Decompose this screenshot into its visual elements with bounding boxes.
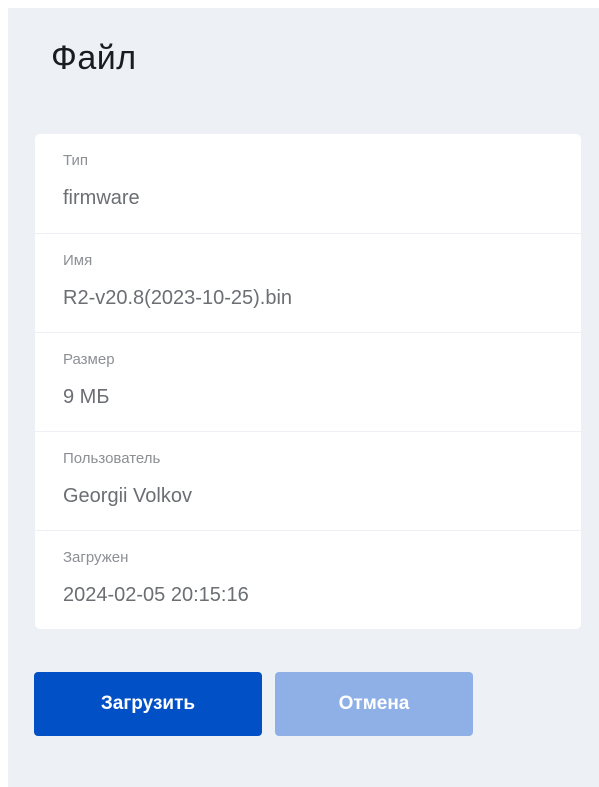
field-type: Тип firmware <box>35 134 581 233</box>
field-user-label: Пользователь <box>63 450 161 467</box>
field-name-value: R2-v20.8(2023-10-25).bin <box>63 287 293 309</box>
file-details: Тип firmware Имя R2-v20.8(2023-10-25).bi… <box>35 134 581 629</box>
field-name-label: Имя <box>63 252 93 269</box>
field-size-label: Размер <box>63 351 115 368</box>
dialog-title: Файл <box>51 39 137 77</box>
field-size-value: 9 МБ <box>63 386 110 408</box>
field-type-value: firmware <box>63 187 140 209</box>
field-user: Пользователь Georgii Volkov <box>35 431 581 530</box>
field-size: Размер 9 МБ <box>35 332 581 431</box>
field-uploaded: Загружен 2024-02-05 20:15:16 <box>35 530 581 629</box>
field-name: Имя R2-v20.8(2023-10-25).bin <box>35 233 581 332</box>
field-uploaded-value: 2024-02-05 20:15:16 <box>63 584 249 606</box>
cancel-button[interactable]: Отмена <box>275 672 473 736</box>
upload-button[interactable]: Загрузить <box>34 672 262 736</box>
field-uploaded-label: Загружен <box>63 549 129 566</box>
field-type-label: Тип <box>63 152 89 169</box>
file-dialog: Файл Тип firmware Имя R2-v20.8(2023-10-2… <box>8 8 599 787</box>
field-user-value: Georgii Volkov <box>63 485 192 507</box>
